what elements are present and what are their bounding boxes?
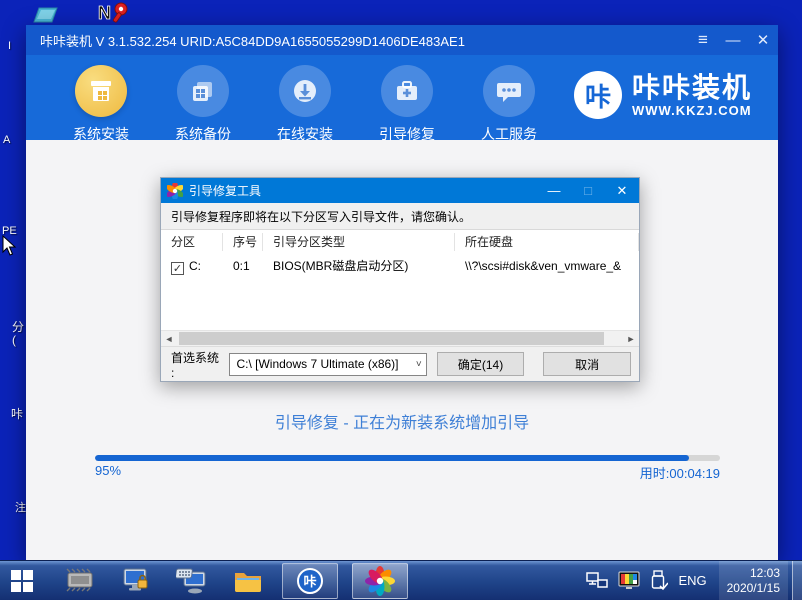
dialog-message: 引导修复程序即将在以下分区写入引导文件，请您确认。 bbox=[161, 203, 639, 230]
system-backup-icon bbox=[177, 65, 229, 117]
network-tray-icon[interactable] bbox=[586, 572, 608, 590]
horizontal-scrollbar[interactable]: ◄ ► bbox=[161, 330, 639, 346]
brand-name: 咔咔装机 bbox=[632, 73, 752, 103]
show-desktop-button[interactable] bbox=[792, 561, 802, 600]
progress-percent: 95% bbox=[95, 463, 121, 482]
kaka-main-window: 咔咔装机 V 3.1.532.254 URID:A5C84DD9A1655055… bbox=[26, 25, 778, 560]
keyboard-monitor-icon bbox=[176, 566, 208, 596]
taskbar-item-unlocker[interactable] bbox=[116, 561, 156, 600]
col-header-index: 序号 bbox=[223, 233, 263, 251]
mouse-cursor bbox=[2, 235, 17, 262]
start-button[interactable] bbox=[0, 561, 44, 600]
cell-partition: C: bbox=[189, 259, 201, 273]
scroll-right-arrow[interactable]: ► bbox=[623, 331, 639, 346]
progress-bar bbox=[95, 455, 720, 461]
brand-logo: 咔 咔咔装机 WWW.KKZJ.COM bbox=[574, 71, 752, 119]
kaka-app-icon: 咔 bbox=[295, 566, 325, 596]
nav-item-system-backup[interactable]: 系统备份 bbox=[152, 65, 254, 144]
dialog-title: 引导修复工具 bbox=[189, 182, 261, 199]
col-header-disk: 所在硬盘 bbox=[455, 233, 639, 251]
nav-label: 系统安装 bbox=[73, 124, 129, 144]
display-settings-tray-icon[interactable] bbox=[618, 571, 640, 591]
preferred-system-label: 首选系统 : bbox=[171, 349, 225, 380]
window-titlebar[interactable]: 咔咔装机 V 3.1.532.254 URID:A5C84DD9A1655055… bbox=[26, 25, 778, 55]
col-header-partition: 分区 bbox=[161, 233, 223, 251]
computer-display-icon bbox=[33, 6, 59, 26]
windows-logo-icon bbox=[10, 569, 34, 593]
memory-chip-icon bbox=[65, 566, 95, 596]
desktop-label-fragment: 咔 bbox=[11, 408, 23, 421]
menu-button[interactable]: ≡ bbox=[688, 25, 718, 55]
partition-table: 分区 序号 引导分区类型 所在硬盘 ✓ C: 0:1 BIOS(MBR磁盘启动分区… bbox=[161, 230, 639, 330]
nav-bar: 系统安装 系统备份 bbox=[26, 55, 778, 140]
pinwheel-icon bbox=[167, 183, 183, 199]
language-indicator[interactable]: ENG bbox=[678, 573, 706, 588]
nav-label: 在线安装 bbox=[277, 124, 333, 144]
taskbar: 咔 bbox=[0, 560, 802, 600]
nav-item-manual-service[interactable]: 人工服务 bbox=[458, 65, 560, 144]
partition-checkbox[interactable]: ✓ bbox=[171, 262, 184, 275]
dialog-close-button[interactable]: ✕ bbox=[605, 178, 639, 203]
ntpw-key-icon: N bbox=[97, 1, 131, 25]
cell-disk: \\?\scsi#disk&ven_vmware_& bbox=[455, 257, 639, 275]
clock-time: 12:03 bbox=[727, 566, 780, 581]
scrollbar-track[interactable] bbox=[177, 331, 623, 346]
taskbar-item-input-tool[interactable] bbox=[172, 561, 212, 600]
window-title: 咔咔装机 V 3.1.532.254 URID:A5C84DD9A1655055… bbox=[40, 31, 465, 50]
dialog-minimize-button[interactable]: — bbox=[537, 178, 571, 203]
cell-index: 0:1 bbox=[223, 257, 263, 275]
desktop-label-fragment: A bbox=[3, 134, 10, 147]
folder-icon bbox=[233, 566, 263, 596]
clock[interactable]: 12:03 2020/1/15 bbox=[719, 561, 788, 600]
boot-repair-icon bbox=[381, 65, 433, 117]
dialog-footer: 首选系统 : C:\ [Windows 7 Ultimate (x86)] ˅ … bbox=[161, 346, 639, 381]
col-header-type: 引导分区类型 bbox=[263, 233, 455, 251]
desktop-label-fragment: I bbox=[8, 40, 11, 53]
status-text: 引导修复 - 正在为新装系统增加引导 bbox=[26, 409, 778, 433]
system-tray: ENG 12:03 2020/1/15 bbox=[586, 561, 802, 600]
nav-label: 人工服务 bbox=[481, 124, 537, 144]
usb-tray-icon[interactable] bbox=[650, 570, 668, 592]
dropdown-value: C:\ [Windows 7 Ultimate (x86)] bbox=[236, 357, 415, 371]
desktop-label-fragment: 注 bbox=[15, 502, 26, 515]
online-install-icon bbox=[279, 65, 331, 117]
svg-text:咔: 咔 bbox=[303, 574, 316, 589]
cell-type: BIOS(MBR磁盘启动分区) bbox=[263, 257, 455, 275]
taskbar-item-file-explorer[interactable] bbox=[228, 561, 268, 600]
nav-item-system-install[interactable]: 系统安装 bbox=[50, 65, 152, 144]
taskbar-item-memory-tool[interactable] bbox=[60, 561, 100, 600]
brand-url: WWW.KKZJ.COM bbox=[632, 103, 752, 118]
nav-item-boot-repair[interactable]: 引导修复 bbox=[356, 65, 458, 144]
scrollbar-thumb[interactable] bbox=[179, 332, 604, 345]
taskbar-app-kaka[interactable]: 咔 bbox=[282, 563, 338, 599]
ok-button[interactable]: 确定(14) bbox=[437, 352, 525, 376]
desktop-label-fragment: 分 ( bbox=[12, 321, 24, 347]
table-header-row: 分区 序号 引导分区类型 所在硬盘 bbox=[161, 230, 639, 254]
cancel-button[interactable]: 取消 bbox=[543, 352, 631, 376]
monitor-lock-icon bbox=[121, 566, 151, 596]
preferred-system-dropdown[interactable]: C:\ [Windows 7 Ultimate (x86)] ˅ bbox=[229, 353, 426, 376]
close-button[interactable]: ✕ bbox=[748, 25, 778, 55]
manual-service-icon bbox=[483, 65, 535, 117]
nav-label: 系统备份 bbox=[175, 124, 231, 144]
scroll-left-arrow[interactable]: ◄ bbox=[161, 331, 177, 346]
system-install-icon bbox=[75, 65, 127, 117]
pinwheel-app-icon bbox=[365, 566, 395, 596]
nav-label: 引导修复 bbox=[379, 124, 435, 144]
table-row[interactable]: ✓ C: 0:1 BIOS(MBR磁盘启动分区) \\?\scsi#disk&ve… bbox=[161, 254, 639, 278]
elapsed-time: 用时:00:04:19 bbox=[640, 463, 720, 482]
brand-circle-icon: 咔 bbox=[574, 71, 622, 119]
svg-text:N: N bbox=[98, 3, 111, 23]
taskbar-app-boot-repair[interactable] bbox=[352, 563, 408, 599]
minimize-button[interactable]: — bbox=[718, 25, 748, 55]
clock-date: 2020/1/15 bbox=[727, 581, 780, 596]
dialog-maximize-button[interactable]: □ bbox=[571, 178, 605, 203]
nav-item-online-install[interactable]: 在线安装 bbox=[254, 65, 356, 144]
dialog-titlebar[interactable]: 引导修复工具 — □ ✕ bbox=[161, 178, 639, 203]
chevron-down-icon: ˅ bbox=[416, 359, 422, 370]
progress-bar-fill bbox=[95, 455, 689, 461]
boot-repair-dialog: 引导修复工具 — □ ✕ 引导修复程序即将在以下分区写入引导文件，请您确认。 分… bbox=[160, 177, 640, 382]
